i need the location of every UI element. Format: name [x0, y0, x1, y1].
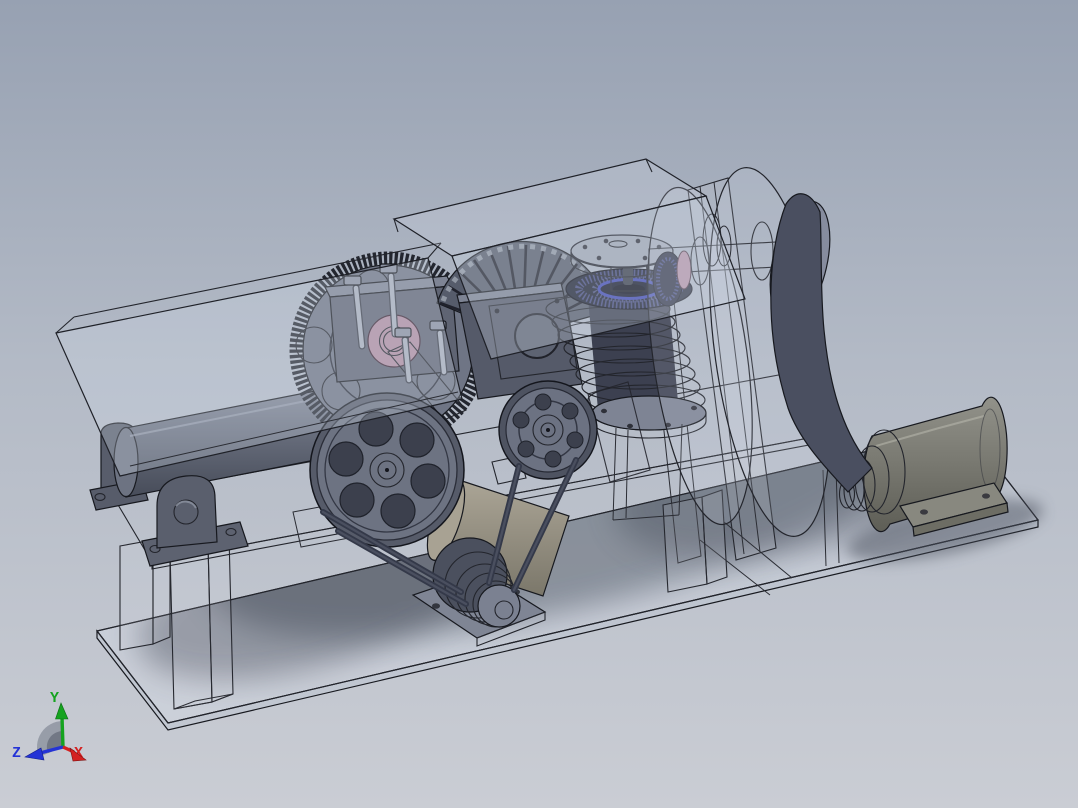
axis-z-label: Z	[12, 745, 21, 762]
axis-y-label: Y	[50, 690, 59, 707]
cad-viewport[interactable]: X Y Z	[0, 0, 1078, 808]
